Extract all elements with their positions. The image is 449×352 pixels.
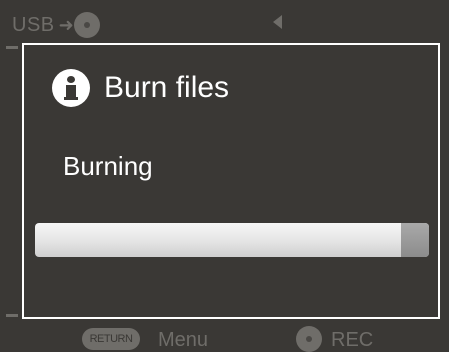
return-button[interactable]: RETURN [82,328,140,350]
rec-label: REC [331,329,374,351]
progress-remaining [401,223,429,257]
burn-progress-bar [35,223,429,257]
usb-label: USB [12,13,55,36]
info-icon [52,69,90,107]
button-hint-bar: RETURN Menu REC [0,322,449,352]
edge-tick-bottom [6,314,18,317]
dialog-status-text: Burning [63,151,153,181]
edge-tick-top [6,46,18,49]
dialog-title: Burn files [104,71,230,104]
rec-button-icon[interactable] [296,326,322,352]
usb-connector-icon [74,12,101,38]
usb-indicator: USB ➜ [12,12,101,38]
burn-files-dialog: Burn files Burning [22,43,440,319]
dialog-header: Burn files [52,69,229,107]
status-bar: USB ➜ [0,0,449,44]
menu-label: Menu [158,329,209,351]
usb-plug-icon: ➜ [58,15,75,35]
triangle-left-icon [273,15,282,29]
